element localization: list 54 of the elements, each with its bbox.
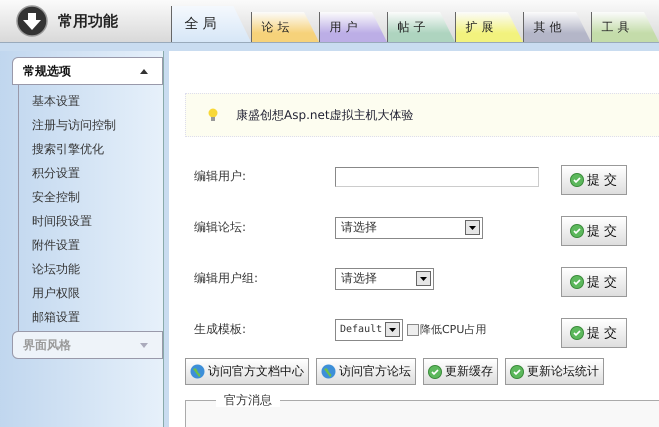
submit-button[interactable]: 提 交 [561,164,627,194]
caret-icon [140,68,148,74]
input-field[interactable] [335,166,539,186]
sidebar-item[interactable]: 论坛功能 [19,257,163,281]
action-button[interactable]: 访问官方论坛 [316,358,416,385]
submit-button[interactable]: 提 交 [561,216,627,246]
sidebar-item[interactable]: 邮箱设置 [19,305,163,329]
app-title: 常用功能 [58,12,118,30]
sidebar-item[interactable]: 时间段设置 [19,209,163,233]
sidebar-item[interactable]: 积分设置 [19,161,163,185]
sidebar-section[interactable]: 常规选项 [12,57,163,85]
caret-icon [140,342,148,348]
tab[interactable]: 扩展 [455,12,523,42]
action-button[interactable]: 更新论坛统计 [505,358,604,385]
tab[interactable]: 帖子 [387,12,455,42]
dropdown-icon [416,271,431,286]
check-icon [570,326,584,340]
action-button[interactable]: 更新缓存 [423,358,498,385]
field-label: 编辑用户组: [194,270,260,287]
tab[interactable]: 用户 [319,12,387,42]
news-title: 官方消息 [216,393,280,407]
globe-icon [321,364,336,379]
dropdown-icon [385,322,400,337]
submit-button[interactable]: 提 交 [561,266,627,296]
download-icon[interactable] [16,5,48,37]
checkbox-label: 降低CPU占用 [420,322,486,337]
checkbox[interactable] [407,324,419,336]
tab[interactable]: 论坛 [251,12,319,42]
tab[interactable]: 其他 [523,12,591,42]
field-label: 编辑论坛: [194,219,248,236]
check-icon [428,364,442,378]
sidebar-item[interactable]: 注册与访问控制 [19,113,163,137]
select-field[interactable]: Default [335,318,403,340]
field-label: 生成模板: [194,321,248,338]
tab[interactable]: 全局 [171,6,251,42]
field-label: 编辑用户: [194,168,248,185]
sidebar-item[interactable]: 附件设置 [19,233,163,257]
sidebar-item[interactable]: 基本设置 [19,89,163,113]
sidebar-item[interactable]: 用户权限 [19,281,163,305]
check-icon [570,274,584,288]
sidebar-item[interactable]: 安全控制 [19,185,163,209]
tab[interactable]: 工具 [591,12,659,42]
select-field[interactable]: 请选择 [335,216,483,238]
action-button[interactable]: 访问官方文档中心 [185,358,309,385]
check-icon [570,224,584,238]
select-field[interactable]: 请选择 [335,268,434,290]
sidebar-item[interactable]: 搜索引擎优化 [19,137,163,161]
globe-icon [190,364,205,379]
dropdown-icon [465,220,480,235]
lightbulb-icon [208,108,218,122]
check-icon [570,172,584,186]
check-icon [510,364,524,378]
notice-text: 康盛创想Asp.net虚拟主机大体验 [236,106,414,124]
submit-button[interactable]: 提 交 [561,318,627,348]
